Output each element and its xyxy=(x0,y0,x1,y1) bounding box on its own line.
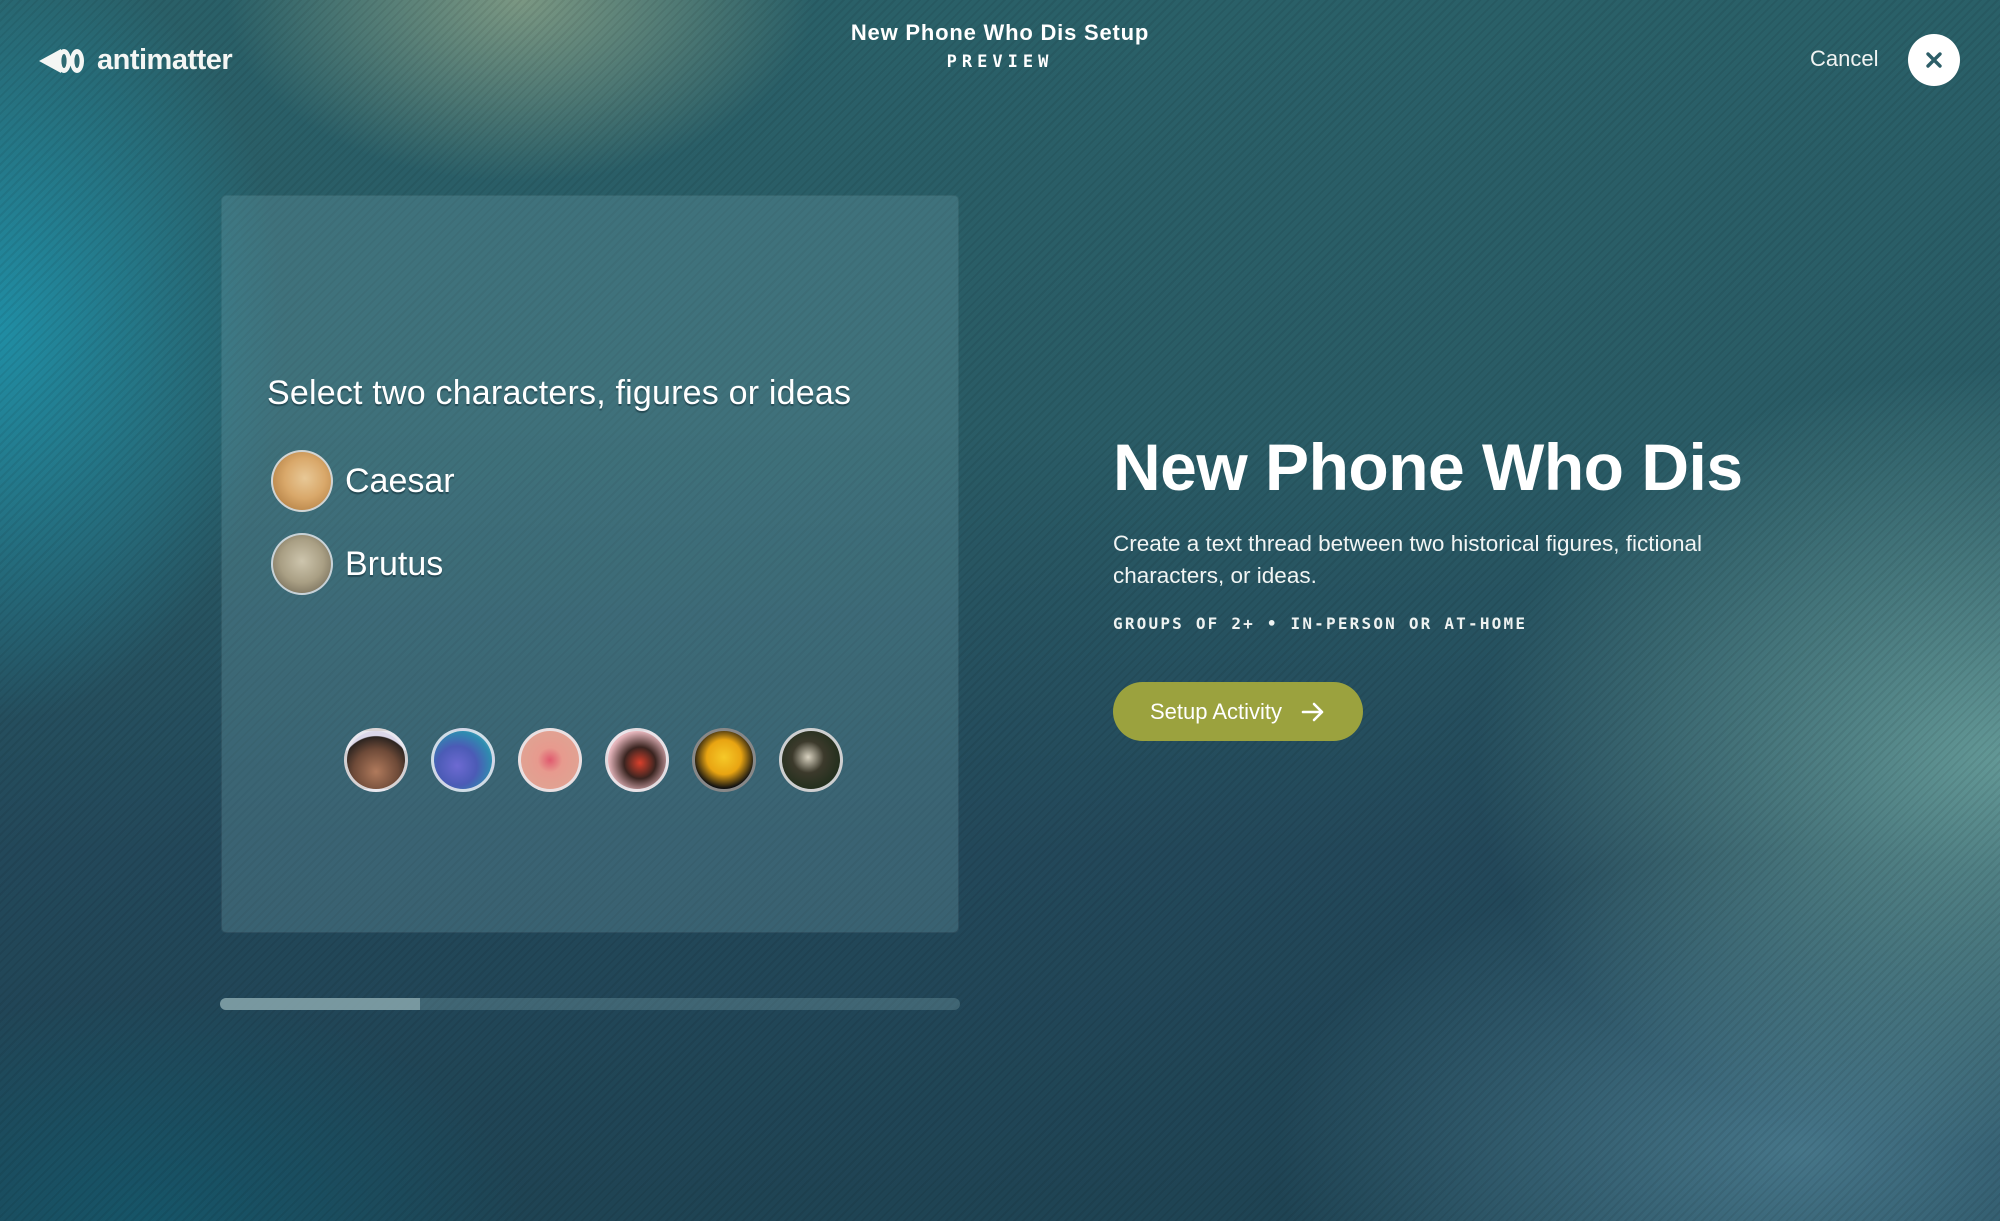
option-avatar[interactable] xyxy=(779,728,843,792)
preview-card: Select two characters, figures or ideas … xyxy=(222,196,958,932)
header: New Phone Who Dis Setup PREVIEW xyxy=(0,20,2000,72)
page-title: New Phone Who Dis Setup xyxy=(850,20,1150,45)
option-avatar[interactable] xyxy=(344,728,408,792)
arrow-right-icon xyxy=(1301,702,1324,721)
cancel-link[interactable]: Cancel xyxy=(1810,46,1878,72)
brutus-avatar xyxy=(271,533,333,595)
setup-activity-label: Setup Activity xyxy=(1149,698,1283,724)
selected-character: Brutus xyxy=(271,533,443,595)
close-icon xyxy=(1926,52,1942,68)
option-avatar[interactable] xyxy=(431,728,495,792)
progress-fill xyxy=(220,998,420,1010)
caesar-avatar xyxy=(271,450,333,512)
activity-meta: GROUPS OF 2+ • IN-PERSON OR AT-HOME xyxy=(1113,614,1528,633)
activity-title: New Phone Who Dis xyxy=(1113,430,1743,504)
option-avatar[interactable] xyxy=(518,728,582,792)
preview-prompt: Select two characters, figures or ideas xyxy=(267,374,852,412)
character-name: Brutus xyxy=(345,544,444,583)
setup-activity-button[interactable]: Setup Activity xyxy=(1113,682,1363,741)
character-name: Caesar xyxy=(345,461,455,500)
activity-info: New Phone Who Dis Create a text thread b… xyxy=(1113,428,1793,633)
option-avatar[interactable] xyxy=(605,728,669,792)
option-avatar[interactable] xyxy=(692,728,756,792)
page-subtitle: PREVIEW xyxy=(946,52,1054,72)
selected-character: Caesar xyxy=(271,450,455,512)
activity-description: Create a text thread between two histori… xyxy=(1113,531,1703,588)
close-button[interactable] xyxy=(1908,34,1960,86)
preview-progress-bar xyxy=(220,998,960,1010)
character-options xyxy=(344,728,843,792)
